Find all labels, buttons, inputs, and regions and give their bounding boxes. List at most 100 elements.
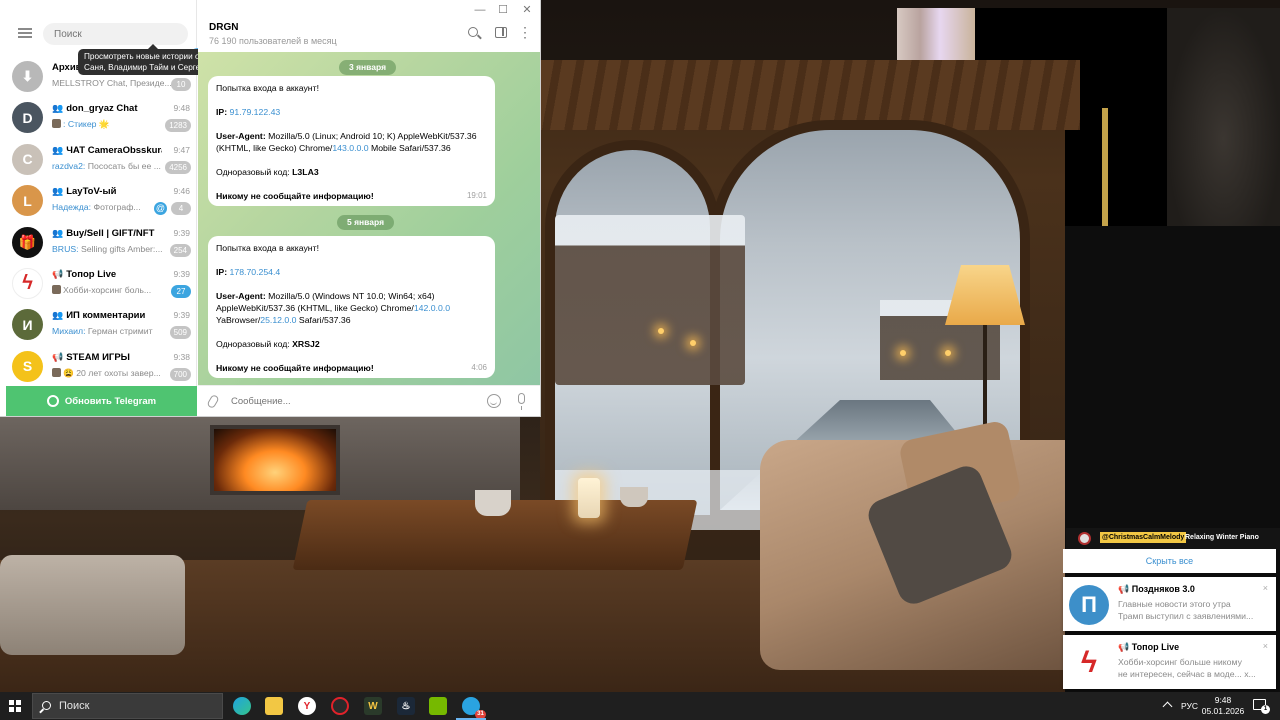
warning-text: Никому не сообщайте информацию! [216, 191, 374, 201]
nvidia-icon[interactable] [429, 697, 447, 715]
stream-username: @ChristmasCalmMelody [1100, 532, 1187, 543]
telegram-taskbar-icon[interactable]: 31 [456, 697, 486, 720]
side-panel-icon[interactable] [495, 27, 507, 38]
warning-text: Никому не сообщайте информацию! [216, 363, 374, 373]
notification-toast[interactable]: П 📢 Поздняков 3.0 Главные новости этого … [1063, 577, 1276, 631]
group-icon: 👥 [52, 310, 64, 321]
search-icon[interactable] [468, 27, 482, 41]
close-icon[interactable]: × [1263, 583, 1268, 593]
chat-list-item[interactable]: C 👥 ЧАТ CameraObsskura 9:47 razdva2: Пососат… [6, 139, 197, 180]
more-options-icon[interactable] [518, 24, 532, 41]
file-explorer-icon[interactable] [265, 697, 283, 715]
opera-gx-icon[interactable] [331, 697, 349, 715]
chat-list-item[interactable]: S 📢 STEAM ИГРЫ 9:38 😩 20 лет охоты завер... 7… [6, 346, 197, 387]
chat-preview-text: 😩 20 лет охоты завер... [63, 367, 161, 378]
warcraft-icon[interactable]: W [364, 697, 382, 715]
ip-link[interactable]: 91.79.122.43 [230, 107, 281, 117]
yandex-browser-icon[interactable]: Y [298, 697, 316, 715]
notification-avatar: П [1069, 585, 1109, 625]
chat-avatar: ϟ [12, 267, 43, 299]
version-link[interactable]: 25.12.0.0 [260, 315, 296, 325]
notification-line: Хобби-хорсинг больше никому [1118, 657, 1242, 667]
chat-preview-sender: BRUS: [52, 243, 79, 254]
chat-preview-text: MELLSTROY Chat, Президе... [52, 78, 172, 88]
steam-icon[interactable]: ♨ [397, 697, 415, 715]
chat-avatar: C [12, 143, 43, 175]
channel-icon: 📢 [52, 351, 64, 362]
chat-time: 9:48 [173, 103, 190, 114]
chat-list-item[interactable]: 🎁 👥 Buy/Sell | GIFT/NFT 9:39 BRUS: Selling g… [6, 222, 197, 263]
chat-preview-text: : Стикер 🌟 [63, 119, 110, 130]
taskbar: Поиск Y W ♨ 31 РУС 9:48 05.01.2026 1 [0, 692, 1280, 720]
chat-avatar: И [12, 309, 43, 341]
message-bubble[interactable]: Попытка входа в аккаунт! IP: 178.70.254.… [208, 236, 495, 378]
group-icon: 👥 [52, 227, 64, 238]
update-icon [46, 395, 59, 407]
notification-toast[interactable]: ϟ 📢 Топор Live Хобби-хорсинг больше нико… [1063, 635, 1276, 689]
message-heading: Попытка входа в аккаунт! [216, 83, 319, 93]
notification-center-icon[interactable]: 1 [1253, 699, 1270, 714]
edge-icon[interactable] [233, 697, 251, 715]
tray-expand-icon[interactable] [1162, 701, 1173, 712]
taskbar-search-label: Поиск [59, 700, 90, 712]
close-window-icon[interactable]: ✕ [520, 3, 534, 17]
unread-badge: 4 [171, 202, 191, 216]
update-telegram-button[interactable]: Обновить Telegram [6, 386, 197, 416]
chat-preview-text: Пососать бы ее ... [85, 160, 161, 171]
ip-link[interactable]: 178.70.254.4 [230, 267, 281, 277]
maximize-icon[interactable]: ☐ [496, 3, 510, 17]
one-time-code[interactable]: L3LA3 [292, 167, 319, 177]
notification-line: Трамп выступил с заявлениями... [1118, 611, 1254, 621]
stream-message: Relaxing Winter Piano [1185, 534, 1259, 541]
attach-icon[interactable] [206, 393, 220, 410]
chat-list-item[interactable]: ϟ 📢 Топор Live 9:39 Хобби-хорсинг боль... 27 [6, 263, 197, 304]
unread-badge: 10 [171, 78, 191, 91]
chat-avatar: L [12, 185, 43, 217]
chat-list-item[interactable]: D 👥 don_gryaz Chat 9:48: Стикер 🌟 1283 [6, 97, 197, 138]
chat-preview-text: Герман стримит [85, 326, 153, 337]
message-time: 4:06 [471, 363, 487, 372]
channel-icon: 📢 [52, 268, 64, 279]
chat-name[interactable]: DRGN [209, 22, 238, 33]
chat-preview: 😩 20 лет охоты завер... [52, 367, 172, 379]
message-bubble[interactable]: Попытка входа в аккаунт! IP: 91.79.122.4… [208, 76, 495, 206]
close-icon[interactable]: × [1263, 641, 1268, 651]
notification-avatar: ϟ [1069, 643, 1109, 683]
tooltip-text: Просмотреть новые истории от Саня, Влади… [84, 52, 207, 72]
clock[interactable]: 9:48 05.01.2026 [1200, 695, 1246, 717]
emoji-icon[interactable] [487, 394, 501, 408]
microphone-icon[interactable] [518, 393, 525, 410]
chat-list-item[interactable]: И 👥 ИП комментарии 9:39 Михаил: Герман стрим… [6, 304, 197, 345]
chat-avatar: ⬇ [12, 61, 43, 92]
search-box[interactable] [43, 23, 227, 66]
menu-icon[interactable] [18, 28, 32, 38]
message-composer [198, 385, 540, 416]
hide-all-button[interactable]: Скрыть все [1063, 549, 1276, 573]
chat-title: 👥 don_gryaz Chat [52, 103, 162, 114]
chat-preview-text: Selling gifts Amber:... [78, 243, 163, 254]
group-icon: 👥 [52, 144, 64, 155]
chat-preview: Хобби-хорсинг боль... [52, 284, 172, 295]
minimize-icon[interactable]: — [473, 3, 487, 17]
version-link[interactable]: 142.0.0.0 [414, 303, 450, 313]
chat-preview: Михаил: Герман стримит [52, 326, 172, 336]
chat-avatar: D [12, 102, 43, 134]
chat-title-text: don_gryaz Chat [66, 103, 138, 115]
chat-preview-sender: razdva2: [52, 160, 86, 171]
version-link[interactable]: 143.0.0.0 [332, 143, 368, 153]
windows-start-icon[interactable] [9, 700, 21, 712]
search-input[interactable] [43, 23, 133, 45]
language-indicator[interactable]: РУС [1181, 701, 1198, 711]
chat-avatar: S [12, 350, 43, 382]
chat-preview-text: Хобби-хорсинг боль... [63, 284, 152, 295]
unread-badge: 509 [169, 326, 191, 340]
media-thumbnail-icon [52, 284, 61, 294]
chat-preview: : Стикер 🌟 [52, 119, 172, 130]
one-time-code[interactable]: XRSJ2 [292, 339, 320, 349]
message-input[interactable] [231, 393, 471, 410]
taskbar-search[interactable]: Поиск [32, 693, 223, 719]
chat-list-item[interactable]: L 👥 LayToV-ый 9:46 Надежда: Фотограф... @4 [6, 180, 197, 221]
chat-preview-sender: Михаил: [52, 326, 86, 337]
chat-title: 👥 ИП комментарии [52, 310, 162, 321]
chat-title: 📢 STEAM ИГРЫ [52, 352, 162, 363]
